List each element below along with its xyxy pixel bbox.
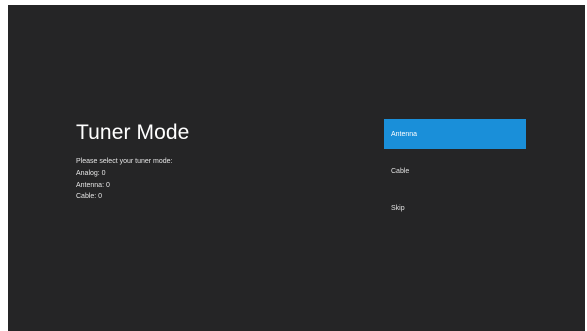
option-label: Skip bbox=[391, 204, 405, 212]
tv-screen: Tuner Mode Please select your tuner mode… bbox=[8, 5, 585, 331]
analog-count: Analog: 0 bbox=[76, 169, 106, 177]
option-label: Antenna bbox=[391, 130, 418, 138]
option-cable[interactable]: Cable bbox=[384, 156, 526, 186]
cable-count: Cable: 0 bbox=[76, 193, 103, 201]
tuner-info: Please select your tuner mode: Analog: 0… bbox=[76, 156, 173, 203]
page-title: Tuner Mode bbox=[76, 121, 190, 144]
antenna-count: Antenna: 0 bbox=[76, 181, 110, 189]
option-skip[interactable]: Skip bbox=[384, 193, 526, 223]
option-antenna[interactable]: Antenna bbox=[384, 119, 526, 149]
option-label: Cable bbox=[391, 167, 410, 175]
tuner-options-list: Antenna Cable Skip bbox=[384, 119, 526, 230]
instruction-text: Please select your tuner mode: bbox=[76, 158, 173, 165]
